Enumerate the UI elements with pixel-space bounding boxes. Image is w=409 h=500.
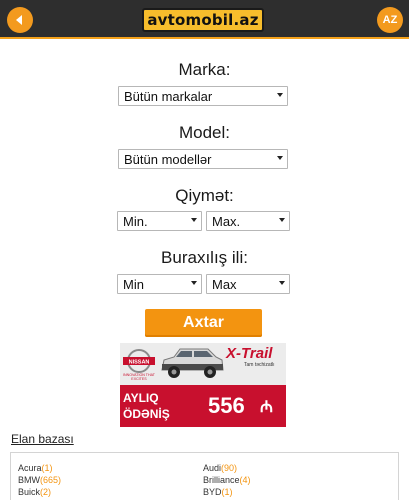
elan-bazasi-link[interactable]: Elan bazası xyxy=(11,432,74,446)
chevron-down-icon xyxy=(279,218,285,222)
brand-count: (665) xyxy=(40,475,62,485)
model-label: Model: xyxy=(178,123,231,142)
brand-name: BMW xyxy=(18,475,40,485)
price-max-value: Max. xyxy=(212,213,241,229)
chevron-down-icon xyxy=(279,281,285,285)
chevron-down-icon xyxy=(277,156,283,160)
ad-model: X-Trail xyxy=(226,345,273,362)
brand-count: (90) xyxy=(221,463,238,473)
price-label: Qiymət: xyxy=(175,186,234,205)
list-item[interactable]: Buick(2) xyxy=(18,487,51,497)
arrow-left-icon xyxy=(16,15,22,25)
ad-line-2: ÖDƏNİŞ xyxy=(123,407,170,421)
price-max-select[interactable]: Max. xyxy=(206,211,290,231)
model-select-value: Bütün modellər xyxy=(124,151,212,167)
chevron-down-icon xyxy=(191,281,197,285)
model-select[interactable]: Bütün modellər xyxy=(118,149,288,169)
brand-list: Acura(1) Audi(90) BMW(665) Brilliance(4)… xyxy=(10,452,399,500)
ad-banner-top: NISSAN INNOVATION THAT EXCITES X-Trail T… xyxy=(120,343,286,385)
year-label: Buraxılış ili: xyxy=(161,248,248,267)
ad-brand-text: NISSAN xyxy=(129,360,150,366)
ad-line-1: AYLIQ xyxy=(123,391,159,405)
brand-name: Brilliance xyxy=(203,475,240,485)
brand-name: Audi xyxy=(203,463,222,473)
marka-label: Marka: xyxy=(178,60,231,79)
ad-tagline: Tam təchizatlı xyxy=(244,362,275,368)
list-item[interactable]: Acura(1) xyxy=(18,463,53,473)
search-button[interactable]: Axtar xyxy=(145,309,262,337)
year-min-value: Min xyxy=(123,276,144,292)
chevron-down-icon xyxy=(191,218,197,222)
brand-name: BYD xyxy=(203,487,222,497)
list-item[interactable]: Audi(90) xyxy=(203,463,237,473)
back-button[interactable] xyxy=(7,7,33,33)
list-item[interactable]: Brilliance(4) xyxy=(203,475,251,485)
brand-count: (1) xyxy=(41,463,53,473)
logo-text: avtomobil.az xyxy=(147,11,259,29)
year-min-select[interactable]: Min xyxy=(117,274,202,294)
marka-select-value: Bütün markalar xyxy=(124,88,213,104)
list-item[interactable]: BYD(1) xyxy=(203,487,233,497)
list-item[interactable]: BMW(665) xyxy=(18,475,61,485)
ad-banner[interactable]: NISSAN INNOVATION THAT EXCITES X-Trail T… xyxy=(120,343,286,427)
page: avtomobil.az AZ Marka: Bütün markalar Mo… xyxy=(0,0,409,500)
chevron-down-icon xyxy=(277,93,283,97)
brand-count: (2) xyxy=(40,487,52,497)
brand-count: (4) xyxy=(239,475,251,485)
brand-count: (1) xyxy=(221,487,233,497)
top-bar: avtomobil.az AZ xyxy=(0,0,409,39)
marka-select[interactable]: Bütün markalar xyxy=(118,86,288,106)
ad-brand-tagline: INNOVATION THAT EXCITES xyxy=(123,373,155,381)
site-logo[interactable]: avtomobil.az xyxy=(142,8,264,32)
brand-name: Acura xyxy=(18,463,42,473)
year-max-select[interactable]: Max xyxy=(206,274,290,294)
brand-name: Buick xyxy=(18,487,41,497)
year-max-value: Max xyxy=(212,276,237,292)
ad-price: 556 xyxy=(208,393,245,418)
ad-banner-bottom: AYLIQ ÖDƏNİŞ 556 ₼ xyxy=(120,385,286,427)
price-min-value: Min. xyxy=(123,213,148,229)
car-image xyxy=(161,348,224,378)
language-button[interactable]: AZ xyxy=(377,7,403,33)
price-min-select[interactable]: Min. xyxy=(117,211,202,231)
manat-icon: ₼ xyxy=(260,399,273,416)
